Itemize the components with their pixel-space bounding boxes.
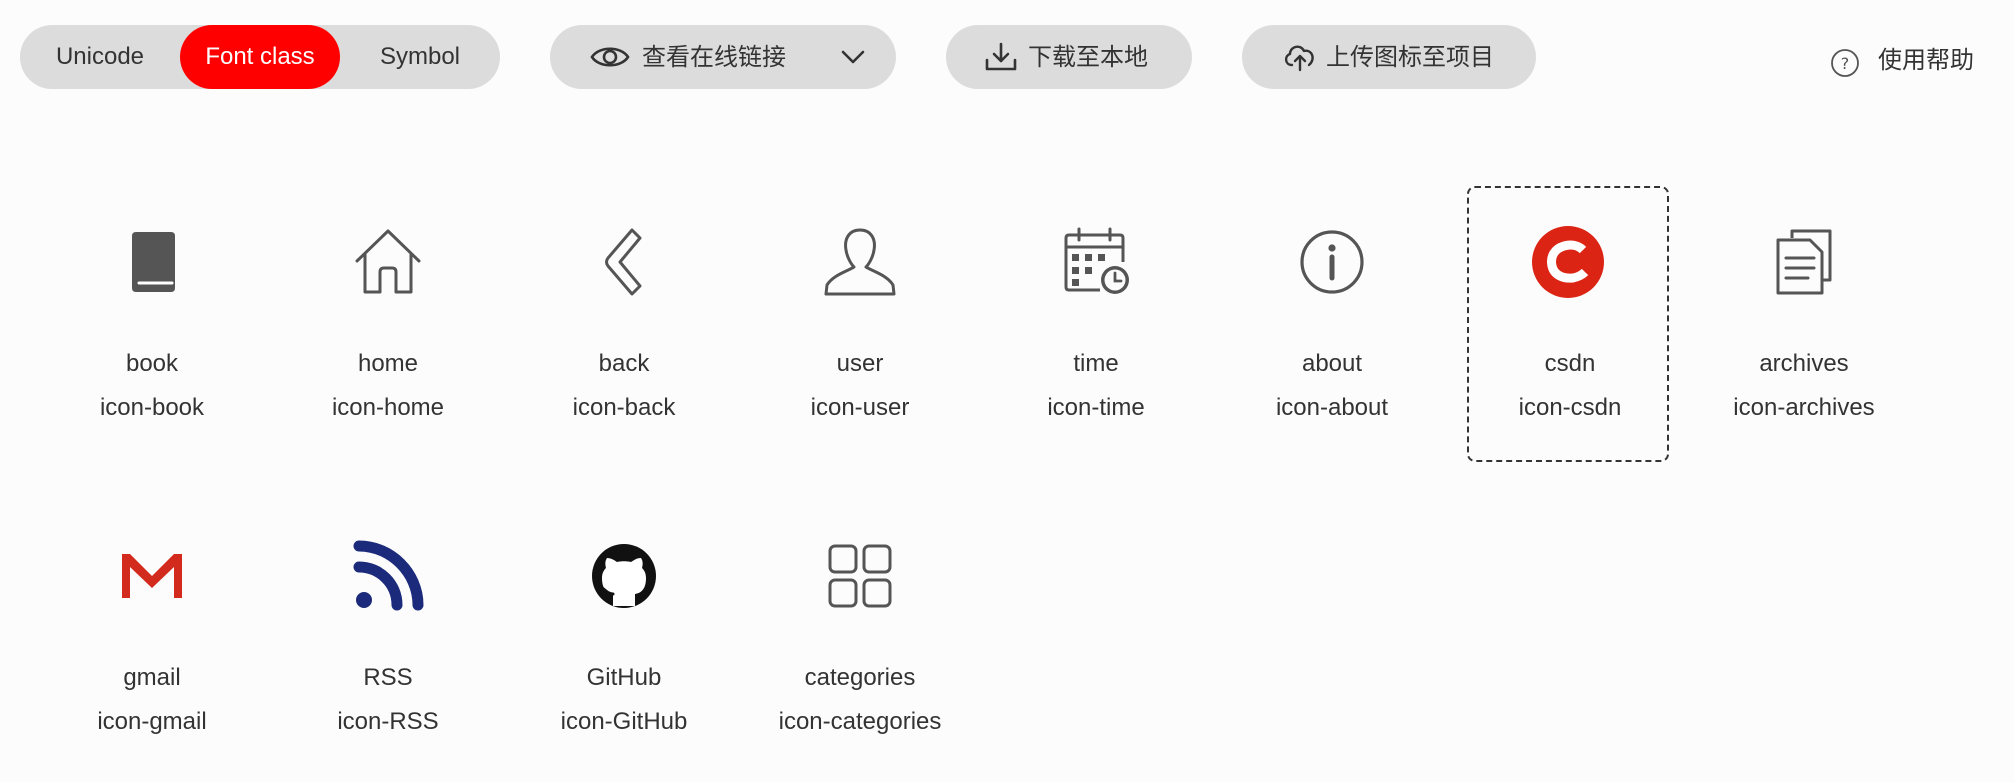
icon-name: categories bbox=[804, 664, 916, 691]
icon-name: back bbox=[598, 350, 650, 377]
icon-card-book[interactable]: book icon-book bbox=[51, 186, 253, 462]
icon-class: icon-gmail bbox=[97, 708, 207, 735]
csdn-icon bbox=[1528, 222, 1608, 302]
icon-class: icon-user bbox=[810, 394, 910, 421]
icon-name: user bbox=[836, 350, 884, 377]
icon-card-user[interactable]: user icon-user bbox=[759, 186, 961, 462]
icon-class: icon-time bbox=[1047, 394, 1145, 421]
icon-name: home bbox=[357, 350, 419, 377]
rss-icon bbox=[348, 536, 428, 616]
icon-name: time bbox=[1073, 350, 1119, 377]
icon-class: icon-archives bbox=[1733, 394, 1875, 421]
icon-class: icon-RSS bbox=[337, 708, 439, 735]
icon-card-gmail[interactable]: gmail icon-gmail bbox=[51, 500, 253, 776]
icon-name: GitHub bbox=[586, 664, 662, 691]
categories-icon bbox=[820, 536, 900, 616]
icon-card-rss[interactable]: RSS icon-RSS bbox=[287, 500, 489, 776]
icon-name: book bbox=[125, 350, 179, 377]
icon-class: icon-home bbox=[331, 394, 445, 421]
icon-card-home[interactable]: home icon-home bbox=[287, 186, 489, 462]
icon-name: csdn bbox=[1544, 350, 1596, 377]
github-icon bbox=[584, 536, 664, 616]
icon-card-about[interactable]: about icon-about bbox=[1231, 186, 1433, 462]
icon-class: icon-back bbox=[572, 394, 676, 421]
user-icon bbox=[820, 222, 900, 302]
icon-class: icon-csdn bbox=[1518, 394, 1622, 421]
gmail-icon bbox=[112, 536, 192, 616]
icon-card-csdn[interactable]: csdn icon-csdn bbox=[1467, 186, 1669, 462]
icon-class: icon-categories bbox=[778, 708, 942, 735]
icon-card-time[interactable]: time icon-time bbox=[995, 186, 1197, 462]
icon-card-back[interactable]: back icon-back bbox=[523, 186, 725, 462]
archives-icon bbox=[1764, 222, 1844, 302]
icon-name: RSS bbox=[363, 664, 413, 691]
icon-card-archives[interactable]: archives icon-archives bbox=[1703, 186, 1905, 462]
book-icon bbox=[112, 222, 192, 302]
back-icon bbox=[584, 222, 664, 302]
icon-name: about bbox=[1301, 350, 1363, 377]
about-icon bbox=[1292, 222, 1372, 302]
icon-card-categories[interactable]: categories icon-categories bbox=[759, 500, 961, 776]
icon-class: icon-GitHub bbox=[560, 708, 688, 735]
icon-name: gmail bbox=[123, 664, 181, 691]
home-icon bbox=[348, 222, 428, 302]
icon-class: icon-about bbox=[1275, 394, 1389, 421]
icon-class: icon-book bbox=[99, 394, 205, 421]
time-icon bbox=[1056, 222, 1136, 302]
icon-name: archives bbox=[1759, 350, 1849, 377]
icon-card-github[interactable]: GitHub icon-GitHub bbox=[523, 500, 725, 776]
icon-grid: book icon-book home icon-home back icon-… bbox=[0, 0, 2014, 782]
